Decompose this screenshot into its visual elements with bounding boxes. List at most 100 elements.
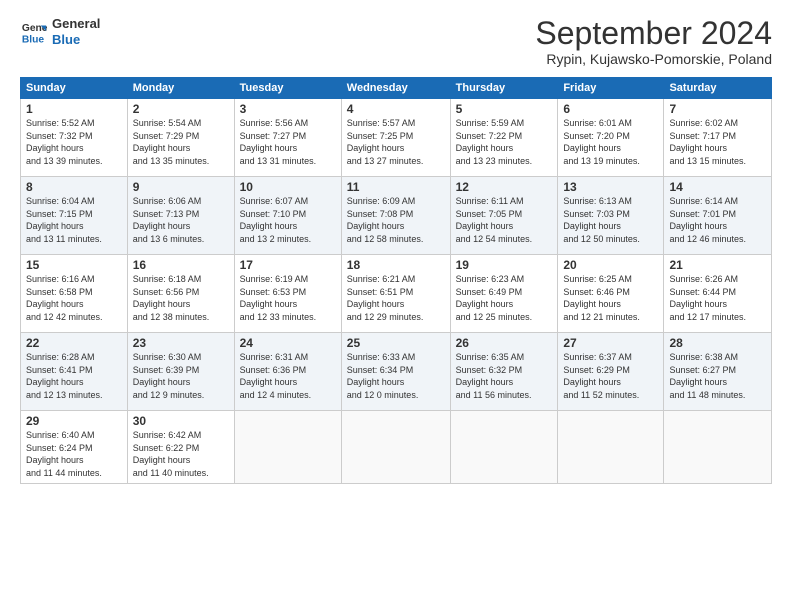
day-info: Sunrise: 5:52 AM Sunset: 7:32 PM Dayligh… (26, 117, 122, 167)
day-number: 10 (240, 180, 336, 194)
day-info: Sunrise: 6:01 AM Sunset: 7:20 PM Dayligh… (563, 117, 658, 167)
day-info: Sunrise: 6:16 AM Sunset: 6:58 PM Dayligh… (26, 273, 122, 323)
title-area: September 2024 Rypin, Kujawsko-Pomorskie… (535, 16, 772, 67)
day-info: Sunrise: 6:02 AM Sunset: 7:17 PM Dayligh… (669, 117, 766, 167)
table-row: 15 Sunrise: 6:16 AM Sunset: 6:58 PM Dayl… (21, 255, 128, 333)
day-info: Sunrise: 6:35 AM Sunset: 6:32 PM Dayligh… (456, 351, 553, 401)
table-row: 5 Sunrise: 5:59 AM Sunset: 7:22 PM Dayli… (450, 99, 558, 177)
table-row: 22 Sunrise: 6:28 AM Sunset: 6:41 PM Dayl… (21, 333, 128, 411)
col-wednesday: Wednesday (341, 78, 450, 99)
table-row: 24 Sunrise: 6:31 AM Sunset: 6:36 PM Dayl… (234, 333, 341, 411)
day-info: Sunrise: 5:56 AM Sunset: 7:27 PM Dayligh… (240, 117, 336, 167)
day-number: 9 (133, 180, 229, 194)
day-info: Sunrise: 6:30 AM Sunset: 6:39 PM Dayligh… (133, 351, 229, 401)
day-number: 29 (26, 414, 122, 428)
col-friday: Friday (558, 78, 664, 99)
table-row: 11 Sunrise: 6:09 AM Sunset: 7:08 PM Dayl… (341, 177, 450, 255)
table-row (341, 411, 450, 483)
day-info: Sunrise: 6:28 AM Sunset: 6:41 PM Dayligh… (26, 351, 122, 401)
table-row: 28 Sunrise: 6:38 AM Sunset: 6:27 PM Dayl… (664, 333, 772, 411)
table-row: 23 Sunrise: 6:30 AM Sunset: 6:39 PM Dayl… (127, 333, 234, 411)
day-info: Sunrise: 6:06 AM Sunset: 7:13 PM Dayligh… (133, 195, 229, 245)
day-info: Sunrise: 6:42 AM Sunset: 6:22 PM Dayligh… (133, 429, 229, 479)
day-info: Sunrise: 6:33 AM Sunset: 6:34 PM Dayligh… (347, 351, 445, 401)
day-info: Sunrise: 6:04 AM Sunset: 7:15 PM Dayligh… (26, 195, 122, 245)
table-row: 6 Sunrise: 6:01 AM Sunset: 7:20 PM Dayli… (558, 99, 664, 177)
day-number: 25 (347, 336, 445, 350)
day-number: 22 (26, 336, 122, 350)
location-title: Rypin, Kujawsko-Pomorskie, Poland (535, 51, 772, 67)
header: General Blue General Blue September 2024… (20, 16, 772, 67)
logo-icon: General Blue (20, 18, 48, 46)
col-monday: Monday (127, 78, 234, 99)
logo-general-text: General (52, 16, 100, 32)
day-number: 27 (563, 336, 658, 350)
table-row: 2 Sunrise: 5:54 AM Sunset: 7:29 PM Dayli… (127, 99, 234, 177)
day-number: 17 (240, 258, 336, 272)
day-info: Sunrise: 6:19 AM Sunset: 6:53 PM Dayligh… (240, 273, 336, 323)
day-info: Sunrise: 6:31 AM Sunset: 6:36 PM Dayligh… (240, 351, 336, 401)
day-info: Sunrise: 6:37 AM Sunset: 6:29 PM Dayligh… (563, 351, 658, 401)
day-info: Sunrise: 6:13 AM Sunset: 7:03 PM Dayligh… (563, 195, 658, 245)
table-row: 10 Sunrise: 6:07 AM Sunset: 7:10 PM Dayl… (234, 177, 341, 255)
table-row: 3 Sunrise: 5:56 AM Sunset: 7:27 PM Dayli… (234, 99, 341, 177)
table-row: 7 Sunrise: 6:02 AM Sunset: 7:17 PM Dayli… (664, 99, 772, 177)
col-thursday: Thursday (450, 78, 558, 99)
table-row: 18 Sunrise: 6:21 AM Sunset: 6:51 PM Dayl… (341, 255, 450, 333)
day-number: 11 (347, 180, 445, 194)
table-row: 25 Sunrise: 6:33 AM Sunset: 6:34 PM Dayl… (341, 333, 450, 411)
day-number: 12 (456, 180, 553, 194)
day-number: 6 (563, 102, 658, 116)
day-number: 30 (133, 414, 229, 428)
day-number: 7 (669, 102, 766, 116)
day-number: 26 (456, 336, 553, 350)
day-info: Sunrise: 6:18 AM Sunset: 6:56 PM Dayligh… (133, 273, 229, 323)
day-info: Sunrise: 5:57 AM Sunset: 7:25 PM Dayligh… (347, 117, 445, 167)
day-info: Sunrise: 6:14 AM Sunset: 7:01 PM Dayligh… (669, 195, 766, 245)
logo: General Blue General Blue (20, 16, 100, 47)
day-info: Sunrise: 6:21 AM Sunset: 6:51 PM Dayligh… (347, 273, 445, 323)
col-sunday: Sunday (21, 78, 128, 99)
day-info: Sunrise: 5:59 AM Sunset: 7:22 PM Dayligh… (456, 117, 553, 167)
table-row: 29 Sunrise: 6:40 AM Sunset: 6:24 PM Dayl… (21, 411, 128, 483)
table-row: 9 Sunrise: 6:06 AM Sunset: 7:13 PM Dayli… (127, 177, 234, 255)
table-row: 20 Sunrise: 6:25 AM Sunset: 6:46 PM Dayl… (558, 255, 664, 333)
day-number: 3 (240, 102, 336, 116)
col-tuesday: Tuesday (234, 78, 341, 99)
day-info: Sunrise: 6:40 AM Sunset: 6:24 PM Dayligh… (26, 429, 122, 479)
day-number: 15 (26, 258, 122, 272)
table-row (450, 411, 558, 483)
day-info: Sunrise: 6:23 AM Sunset: 6:49 PM Dayligh… (456, 273, 553, 323)
day-number: 14 (669, 180, 766, 194)
table-row: 19 Sunrise: 6:23 AM Sunset: 6:49 PM Dayl… (450, 255, 558, 333)
day-info: Sunrise: 6:25 AM Sunset: 6:46 PM Dayligh… (563, 273, 658, 323)
table-row: 13 Sunrise: 6:13 AM Sunset: 7:03 PM Dayl… (558, 177, 664, 255)
day-number: 13 (563, 180, 658, 194)
calendar-table: Sunday Monday Tuesday Wednesday Thursday… (20, 77, 772, 483)
day-number: 18 (347, 258, 445, 272)
month-title: September 2024 (535, 16, 772, 51)
day-info: Sunrise: 6:26 AM Sunset: 6:44 PM Dayligh… (669, 273, 766, 323)
table-row: 1 Sunrise: 5:52 AM Sunset: 7:32 PM Dayli… (21, 99, 128, 177)
day-info: Sunrise: 6:11 AM Sunset: 7:05 PM Dayligh… (456, 195, 553, 245)
table-row: 16 Sunrise: 6:18 AM Sunset: 6:56 PM Dayl… (127, 255, 234, 333)
header-row: Sunday Monday Tuesday Wednesday Thursday… (21, 78, 772, 99)
table-row: 26 Sunrise: 6:35 AM Sunset: 6:32 PM Dayl… (450, 333, 558, 411)
table-row: 17 Sunrise: 6:19 AM Sunset: 6:53 PM Dayl… (234, 255, 341, 333)
day-number: 28 (669, 336, 766, 350)
table-row: 4 Sunrise: 5:57 AM Sunset: 7:25 PM Dayli… (341, 99, 450, 177)
table-row: 27 Sunrise: 6:37 AM Sunset: 6:29 PM Dayl… (558, 333, 664, 411)
day-number: 2 (133, 102, 229, 116)
table-row (664, 411, 772, 483)
svg-text:Blue: Blue (22, 34, 45, 45)
day-number: 20 (563, 258, 658, 272)
day-info: Sunrise: 6:07 AM Sunset: 7:10 PM Dayligh… (240, 195, 336, 245)
table-row: 12 Sunrise: 6:11 AM Sunset: 7:05 PM Dayl… (450, 177, 558, 255)
table-row: 30 Sunrise: 6:42 AM Sunset: 6:22 PM Dayl… (127, 411, 234, 483)
table-row (234, 411, 341, 483)
table-row: 14 Sunrise: 6:14 AM Sunset: 7:01 PM Dayl… (664, 177, 772, 255)
day-number: 24 (240, 336, 336, 350)
col-saturday: Saturday (664, 78, 772, 99)
table-row: 8 Sunrise: 6:04 AM Sunset: 7:15 PM Dayli… (21, 177, 128, 255)
day-number: 1 (26, 102, 122, 116)
